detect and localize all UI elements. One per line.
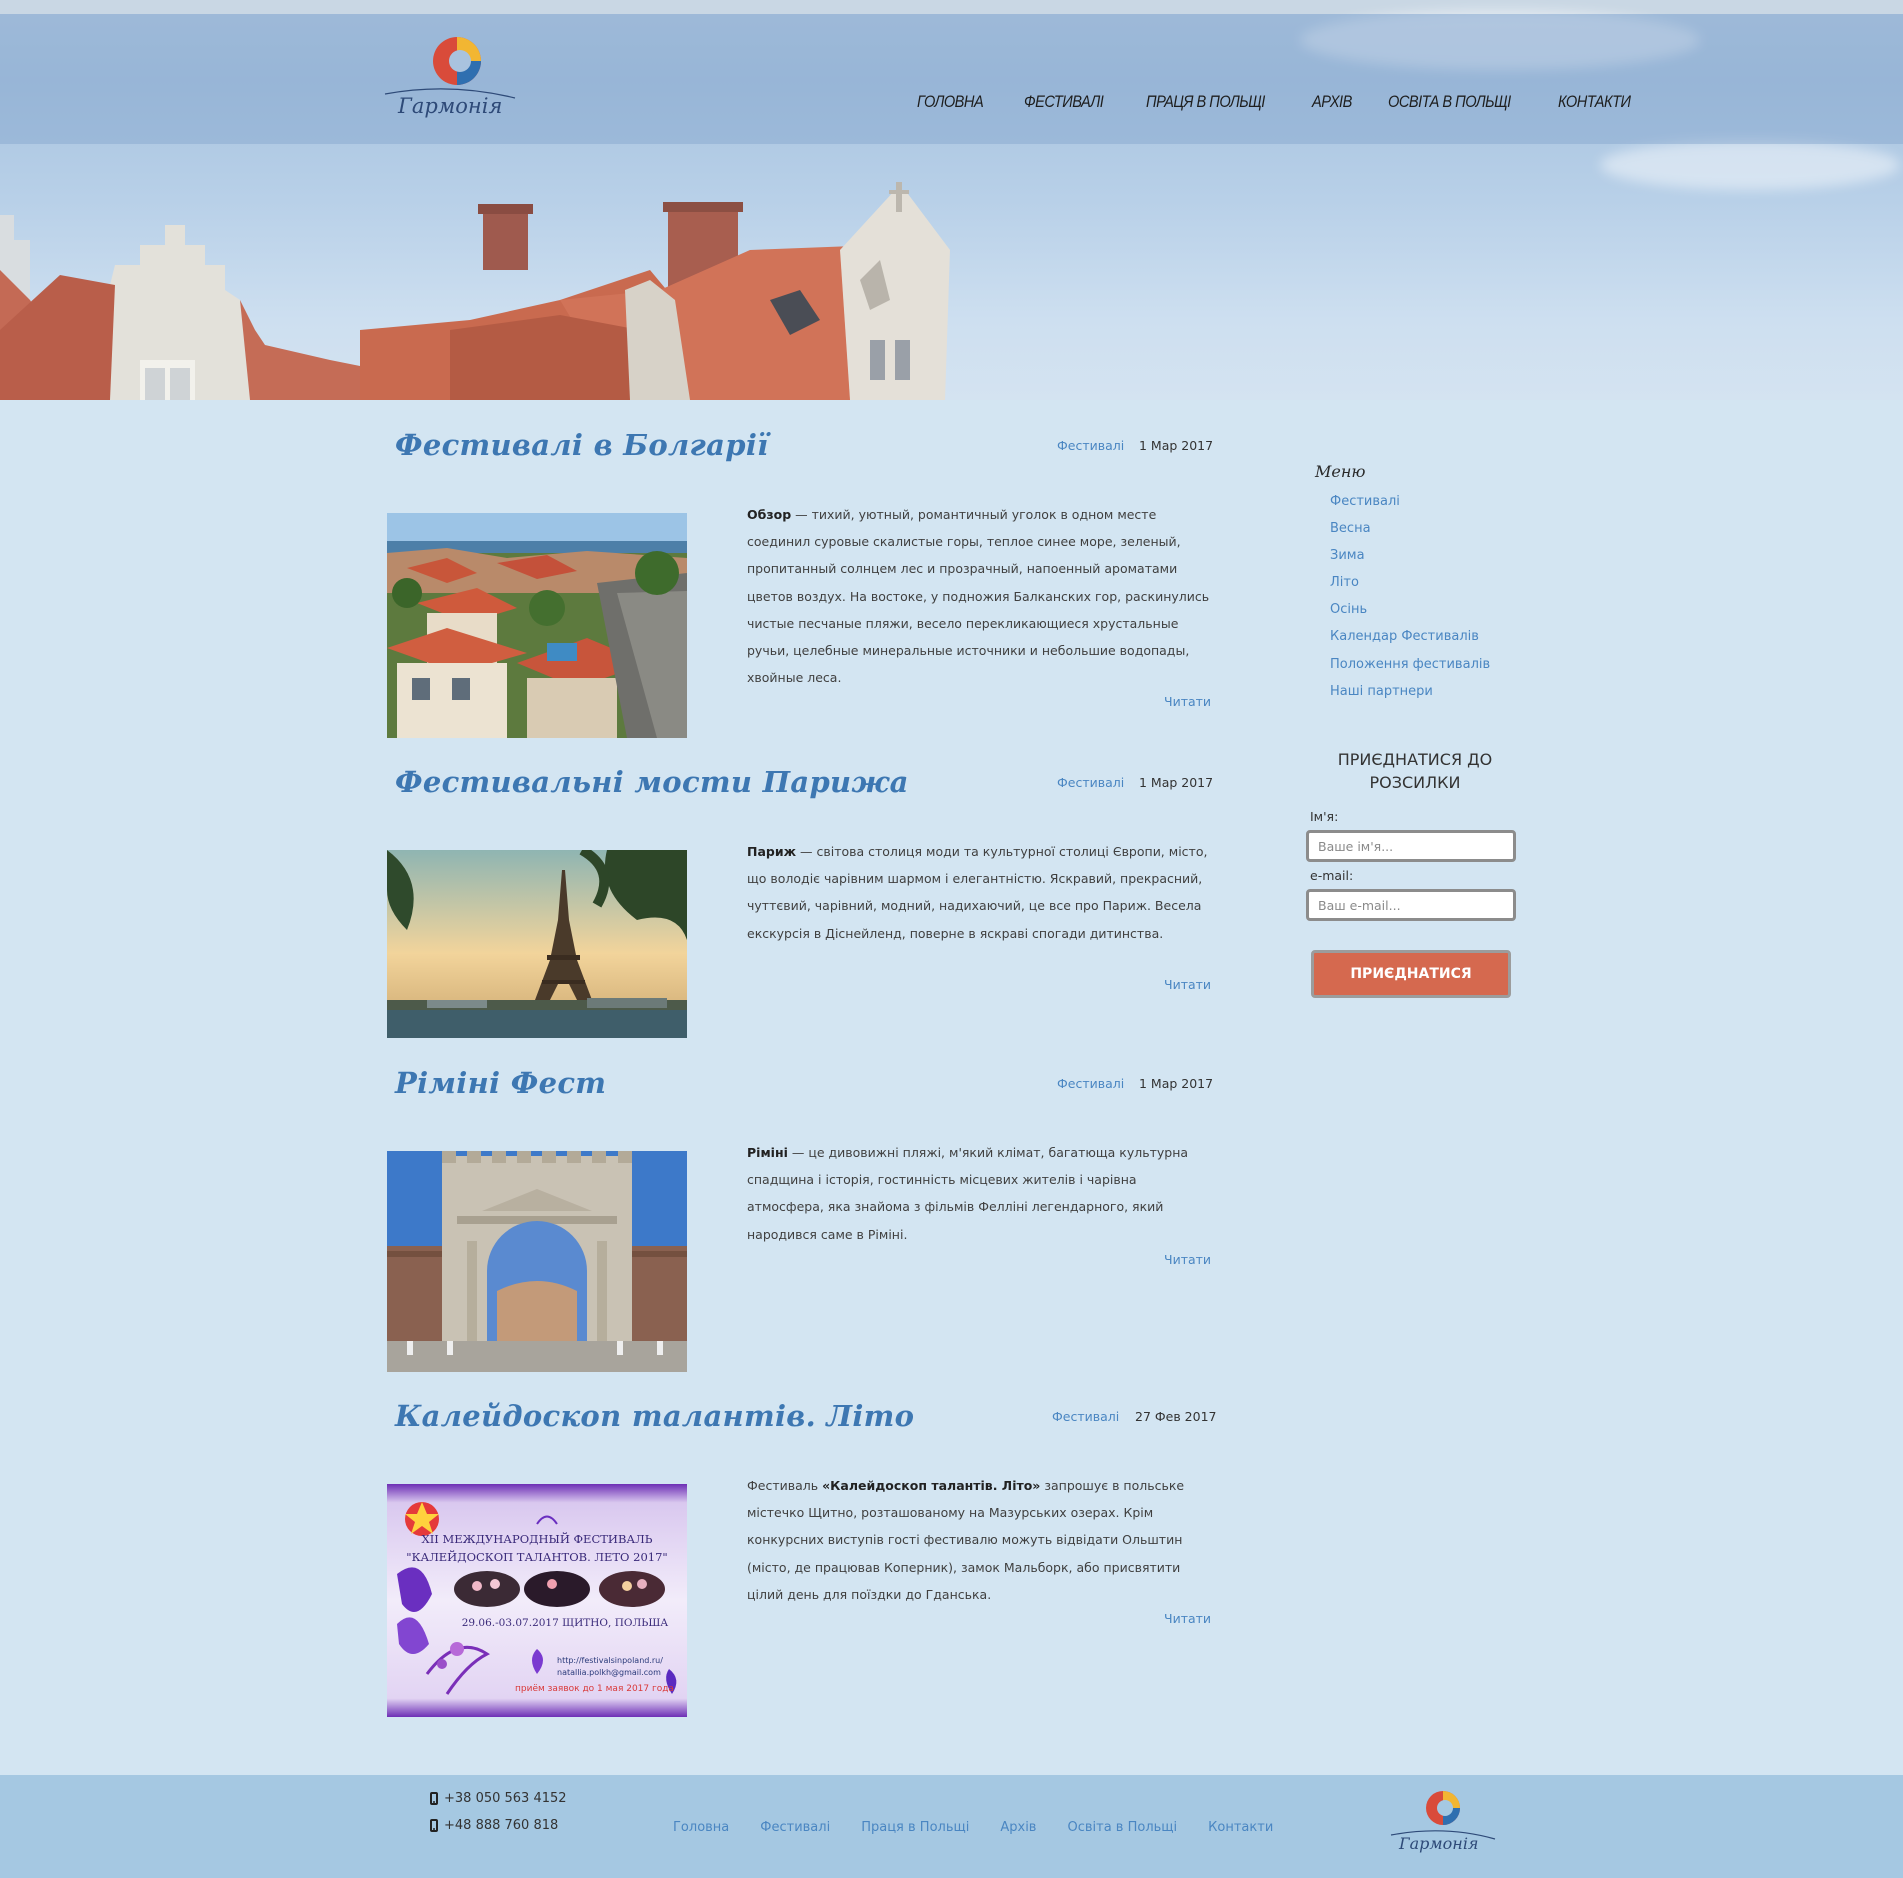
read-more-link[interactable]: Читати: [1164, 1611, 1211, 1626]
post-excerpt: Обзор — тихий, уютный, романтичный уголо…: [747, 501, 1217, 691]
read-more-link[interactable]: Читати: [1164, 694, 1211, 709]
post-lead: Обзор: [747, 507, 792, 522]
post-category[interactable]: Фестивалі: [1057, 775, 1124, 790]
logo-text: Гармонія: [398, 94, 503, 118]
poster-dates: 29.06.-03.07.2017 ЩИТНО, ПОЛЬША: [461, 1617, 669, 1629]
nav-festivals[interactable]: Фестивалі: [1024, 92, 1104, 112]
post-date: 1 Мар 2017: [1139, 775, 1214, 790]
post-lead: «Калейдоскоп талантів. Літо»: [822, 1478, 1041, 1493]
sidebar-item-winter[interactable]: Зима: [1330, 548, 1490, 575]
post-title[interactable]: Ріміні Фест: [395, 1066, 606, 1100]
poster-deadline: приём заявок до 1 мая 2017 года: [515, 1684, 674, 1694]
footer-logo[interactable]: Гармонія: [1385, 1785, 1505, 1865]
footer: +38 050 563 4152 +48 888 760 818 Головна…: [0, 1775, 1903, 1878]
post-excerpt-text: — це дивовижні пляжі, м'який клімат, баг…: [747, 1145, 1189, 1242]
sidebar-menu-title: Меню: [1315, 462, 1366, 481]
sidebar-menu: Фестивалі Весна Зима Літо Осінь Календар…: [1330, 494, 1490, 711]
nav-home[interactable]: Головна: [917, 92, 984, 112]
phone-2[interactable]: +48 888 760 818: [430, 1818, 558, 1833]
footer-nav-education[interactable]: Освіта в Польщі: [1067, 1820, 1177, 1835]
footer-nav-contacts[interactable]: Контакти: [1208, 1820, 1273, 1835]
post-date: 1 Мар 2017: [1139, 438, 1214, 453]
read-more-link[interactable]: Читати: [1164, 977, 1211, 992]
post-excerpt: Париж — світова столиця моди та культурн…: [747, 838, 1217, 947]
footer-nav-home[interactable]: Головна: [673, 1820, 729, 1835]
sidebar-item-partners[interactable]: Наші партнери: [1330, 684, 1490, 711]
post-title[interactable]: Калейдоскоп талантів. Літо: [395, 1399, 914, 1433]
post-title[interactable]: Фестивальні мости Парижа: [395, 765, 909, 799]
post-card: Калейдоскоп талантів. Літо Фестивалі 27 …: [387, 1399, 1216, 1719]
logo-swirl-icon: [1390, 1791, 1496, 1840]
nav-archive[interactable]: Архів: [1312, 92, 1352, 112]
post-category[interactable]: Фестивалі: [1057, 1076, 1124, 1091]
footer-nav-festivals[interactable]: Фестивалі: [760, 1820, 830, 1835]
poster-line2: "КАЛЕЙДОСКОП ТАЛАНТОВ. ЛЕТО 2017": [406, 1550, 668, 1564]
post-date: 1 Мар 2017: [1139, 1076, 1214, 1091]
nav-work-in-poland[interactable]: Праця в Польщі: [1146, 92, 1265, 112]
poster-email: natallia.polkh@gmail.com: [557, 1668, 661, 1677]
post-excerpt-text: — тихий, уютный, романтичный уголок в од…: [747, 507, 1210, 686]
sidebar-item-summer[interactable]: Літо: [1330, 575, 1490, 602]
poster-line1: XII МЕЖДУНАРОДНЫЙ ФЕСТИВАЛЬ: [421, 1532, 653, 1546]
post-image-paris[interactable]: [387, 850, 687, 1038]
post-category[interactable]: Фестивалі: [1052, 1409, 1119, 1424]
post-lead: Париж: [747, 844, 797, 859]
post-date: 27 Фев 2017: [1135, 1409, 1217, 1424]
subscribe-button[interactable]: Приєднатися: [1311, 950, 1511, 998]
read-more-link[interactable]: Читати: [1164, 1252, 1211, 1267]
email-input[interactable]: [1306, 889, 1516, 921]
post-excerpt-text: — світова столиця моди та культурної сто…: [747, 844, 1208, 941]
post-excerpt: Фестиваль «Калейдоскоп талантів. Літо» з…: [747, 1472, 1217, 1608]
sidebar-item-autumn[interactable]: Осінь: [1330, 602, 1490, 629]
name-label: Ім'я:: [1310, 809, 1339, 824]
post-card: Фестивальні мости Парижа Фестивалі 1 Мар…: [387, 765, 1213, 1040]
site-logo[interactable]: Гармонія: [380, 34, 530, 124]
nav-education-in-poland[interactable]: Освіта в Польщі: [1388, 92, 1511, 112]
post-excerpt-text: запрошує в польське містечко Щитно, розт…: [747, 1478, 1185, 1602]
phone-number: +38 050 563 4152: [444, 1791, 567, 1806]
phone-1[interactable]: +38 050 563 4152: [430, 1791, 567, 1806]
poster-decoration: [397, 1502, 677, 1695]
footer-nav: Головна Фестивалі Праця в Польщі Архів О…: [673, 1820, 1304, 1835]
post-image-kaleidoscope-poster[interactable]: XII МЕЖДУНАРОДНЫЙ ФЕСТИВАЛЬ "КАЛЕЙДОСКОП…: [387, 1484, 687, 1717]
sidebar-item-spring[interactable]: Весна: [1330, 521, 1490, 548]
post-excerpt: Ріміні — це дивовижні пляжі, м'який клім…: [747, 1139, 1217, 1248]
sidebar-item-regulations[interactable]: Положення фестивалів: [1330, 657, 1490, 684]
post-title[interactable]: Фестивалі в Болгарії: [395, 428, 768, 462]
phone-icon: [430, 1792, 438, 1805]
subscribe-title: ПРИЄДНАТИСЯ ДО РОЗСИЛКИ: [1337, 750, 1493, 792]
post-card: Ріміні Фест Фестивалі 1 Мар 2017 Ріміні …: [387, 1066, 1213, 1372]
post-lead: Ріміні: [747, 1145, 788, 1160]
footer-nav-work-in-poland[interactable]: Праця в Польщі: [861, 1820, 969, 1835]
sidebar-item-festivals[interactable]: Фестивалі: [1330, 494, 1490, 521]
navbar: [0, 14, 1903, 144]
hero-banner: Гармонія Головна Фестивалі Праця в Польщ…: [0, 0, 1903, 400]
footer-logo-text: Гармонія: [1399, 1834, 1479, 1853]
poster-url: http://festivalsinpoland.ru/: [557, 1656, 663, 1665]
sidebar-item-calendar[interactable]: Календар Фестивалів: [1330, 629, 1490, 656]
nav-contacts[interactable]: Контакти: [1558, 92, 1631, 112]
post-card: Фестивалі в Болгарії Фестивалі 1 Мар 201…: [387, 428, 1213, 738]
email-label: e-mail:: [1310, 868, 1354, 883]
footer-nav-archive[interactable]: Архів: [1000, 1820, 1036, 1835]
phone-number: +48 888 760 818: [444, 1818, 559, 1833]
name-input[interactable]: [1306, 830, 1516, 862]
post-image-bulgaria[interactable]: [387, 513, 687, 738]
post-category[interactable]: Фестивалі: [1057, 438, 1124, 453]
post-image-rimini[interactable]: [387, 1151, 687, 1372]
post-prefix: Фестиваль: [747, 1478, 823, 1493]
main-nav: Головна Фестивалі Праця в Польщі Архів О…: [917, 92, 1643, 112]
phone-icon: [430, 1819, 438, 1832]
